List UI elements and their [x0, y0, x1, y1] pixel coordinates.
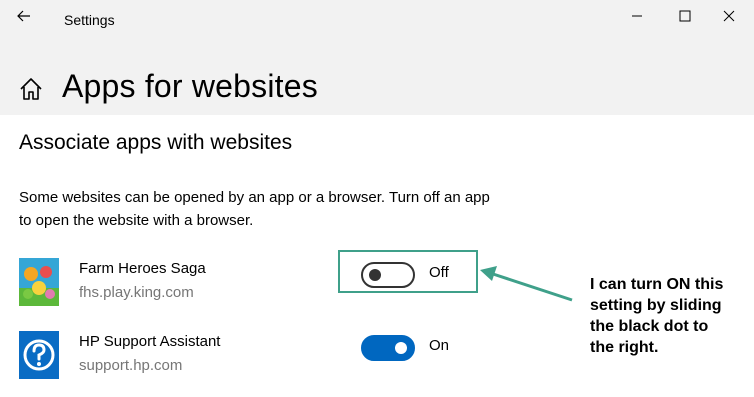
- app-url: fhs.play.king.com: [79, 284, 194, 301]
- annotation-line: I can turn ON this: [590, 276, 724, 293]
- maximize-button[interactable]: [662, 0, 708, 32]
- description-line: to open the website with a browser.: [19, 212, 254, 229]
- description-line: Some websites can be opened by an app or…: [19, 189, 490, 206]
- back-button[interactable]: [10, 4, 38, 28]
- annotation-highlight-box: [338, 250, 478, 293]
- app-name: HP Support Assistant: [79, 333, 221, 350]
- app-url: support.hp.com: [79, 357, 183, 374]
- section-title: Associate apps with websites: [19, 131, 293, 154]
- toggle-knob: [395, 342, 407, 354]
- page-title: Apps for websites: [62, 68, 318, 104]
- arrow-left-icon: [17, 10, 30, 22]
- minimize-button[interactable]: [614, 0, 660, 32]
- section-description: Some websites can be opened by an app or…: [19, 186, 579, 232]
- window-title: Settings: [64, 12, 115, 28]
- annotation-line: setting by sliding: [590, 297, 722, 314]
- maximize-icon: [679, 10, 691, 22]
- close-button[interactable]: [706, 0, 752, 32]
- app-name: Farm Heroes Saga: [79, 260, 206, 277]
- annotation-text: I can turn ON this setting by sliding th…: [590, 274, 750, 358]
- annotation-line: the black dot to: [590, 318, 709, 335]
- toggle-state-label: On: [429, 337, 450, 354]
- close-icon: [723, 10, 735, 22]
- home-icon[interactable]: [18, 76, 44, 102]
- app-row-hp-support-assistant: HP Support Assistant support.hp.com On: [19, 329, 499, 381]
- farm-heroes-saga-icon: [19, 258, 59, 306]
- hp-support-assistant-toggle[interactable]: [361, 335, 415, 361]
- annotation-line: the right.: [590, 339, 659, 356]
- minimize-icon: [632, 15, 642, 17]
- hp-support-assistant-icon: [19, 331, 59, 379]
